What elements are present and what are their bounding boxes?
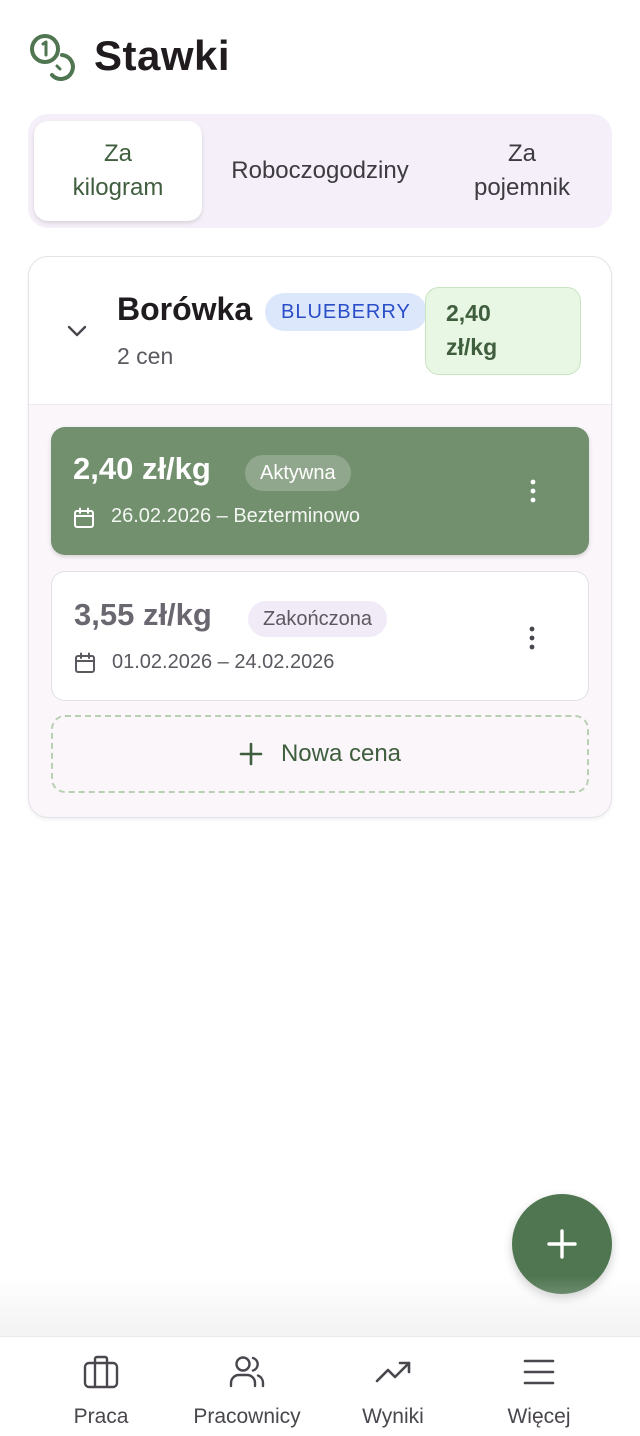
nav-label: Pracownicy [193,1405,301,1428]
chevron-down-icon[interactable] [65,319,89,343]
status-badge: Aktywna [245,455,351,491]
calendar-icon [74,507,94,528]
product-variety-badge: BLUEBERRY [265,293,427,331]
tab-per-container[interactable]: Za pojemnik [438,121,606,221]
bottom-navigation: Praca Pracownicy Wyniki Więcej [0,1336,640,1436]
product-card: Borówka BLUEBERRY 2 cen 2,40 zł/kg 2,40 … [28,256,612,818]
nav-label: Więcej [507,1405,571,1428]
plus-icon [547,1229,577,1259]
price-dates: 26.02.2026 – Bezterminowo [111,505,361,527]
tab-label: Za [103,140,132,167]
add-price-button[interactable]: Nowa cena [51,715,589,793]
current-rate-value: 2,40 [446,300,491,326]
current-rate-unit: zł/kg [446,334,498,360]
current-rate-badge: 2,40 zł/kg [425,287,581,375]
plus-icon [239,742,263,766]
trending-up-icon [375,1361,411,1383]
nav-item-results[interactable]: Wyniki [318,1337,468,1436]
product-card-header[interactable]: Borówka BLUEBERRY 2 cen 2,40 zł/kg [29,257,611,405]
coins-icon [30,34,75,81]
tab-label: kilogram [72,174,164,201]
nav-item-workers[interactable]: Pracownicy [172,1337,322,1436]
rates-screen: Stawki Za kilogram Roboczogodziny Za poj… [0,0,640,1436]
nav-shadow [0,1276,640,1336]
calendar-icon [75,652,95,673]
status-badge: Zakończona [248,601,387,637]
product-name: Borówka [117,291,253,327]
rate-type-tabs: Za kilogram Roboczogodziny Za pojemnik [28,114,612,228]
tab-label: Roboczogodziny [231,157,409,184]
more-vertical-icon[interactable] [520,624,544,652]
price-amount: 3,55 zł/kg [74,597,212,632]
nav-label: Praca [73,1405,129,1428]
page-header: Stawki [28,30,230,82]
nav-label: Wyniki [362,1405,424,1428]
price-count: 2 cen [117,343,174,369]
tab-per-kilogram[interactable]: Za kilogram [34,121,202,221]
add-price-label: Nowa cena [280,740,402,767]
price-item-ended[interactable]: 3,55 zł/kg Zakończona 01.02.2026 – 24.02… [51,571,589,701]
nav-item-more[interactable]: Więcej [464,1337,614,1436]
users-icon [229,1356,265,1388]
briefcase-icon [83,1355,119,1389]
price-item-active[interactable]: 2,40 zł/kg Aktywna 26.02.2026 – Beztermi… [51,427,589,555]
price-amount: 2,40 zł/kg [73,451,211,486]
more-vertical-icon[interactable] [521,477,545,505]
tab-label: pojemnik [473,174,571,201]
page-title: Stawki [94,32,231,79]
price-dates: 01.02.2026 – 24.02.2026 [112,651,335,673]
tab-label: Za [507,140,536,167]
nav-item-work[interactable]: Praca [26,1337,176,1436]
menu-icon [523,1359,555,1385]
tab-man-hours[interactable]: Roboczogodziny [202,121,438,221]
